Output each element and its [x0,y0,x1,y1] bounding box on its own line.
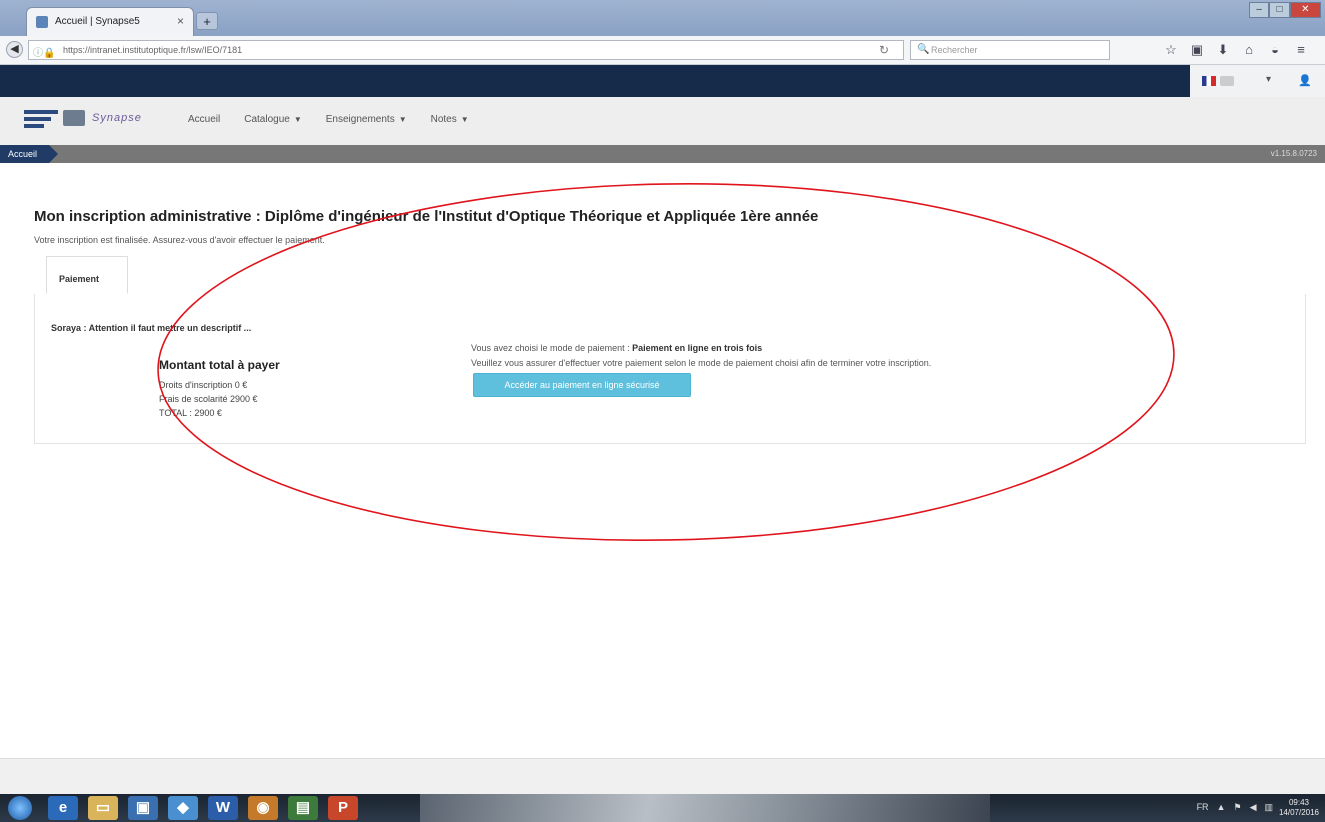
favicon-icon [36,16,48,28]
window-controls: – □ ✕ [1249,2,1321,18]
tray-language[interactable]: FR [1197,802,1209,813]
pocket-icon[interactable]: ◒ [1268,42,1282,58]
download-icon[interactable]: ⬇ [1216,42,1230,58]
search-input[interactable]: 🔍 Rechercher [910,40,1110,60]
reading-list-icon[interactable]: ▣ [1190,42,1204,58]
taskbar-apps: e ▭ ▣ ◆ W ◉ ▤ P [48,796,358,820]
reload-icon[interactable]: ↻ [879,43,889,57]
user-icon[interactable]: 👤 [1298,74,1312,87]
file-explorer-icon[interactable]: ▭ [88,796,118,820]
payment-mode-value: Paiement en ligne en trois fois [632,343,763,353]
menu-item-notes[interactable]: Notes ▼ [431,114,469,125]
payment-instructions: Veuillez vous assurer d'effectuer votre … [471,358,932,368]
chevron-down-icon[interactable]: ▾ [1266,74,1271,85]
volume-icon[interactable]: ◀ [1250,802,1257,813]
maximize-button[interactable]: □ [1269,2,1290,18]
breadcrumb[interactable]: Accueil [0,145,59,163]
home-icon[interactable]: ⌂ [1242,42,1256,58]
english-flag-icon[interactable] [1220,76,1234,86]
powerpoint-icon[interactable]: P [328,796,358,820]
breadcrumb-bar [0,145,1325,163]
site-footer [0,758,1325,795]
page-subtitle: Votre inscription est finalisée. Assurez… [34,235,325,245]
system-clock[interactable]: 09:43 14/07/2016 [1279,798,1319,818]
url-text: https://intranet.institutoptique.fr/lsw/… [63,45,243,55]
page-title: Mon inscription administrative : Diplôme… [34,208,819,225]
os-taskbar: e ▭ ▣ ◆ W ◉ ▤ P FR ▲ ⚑ ◀ ▥ 09:43 14/07/2… [0,794,1325,822]
book-logo-icon [63,110,85,126]
system-tray: FR ▲ ⚑ ◀ ▥ [1197,802,1273,813]
payment-mode-text: Vous avez choisi le mode de paiement : P… [471,343,763,353]
taskbar-wallpaper [420,794,990,822]
site-topbar [0,65,1325,97]
menu-icon[interactable]: ≡ [1294,42,1308,58]
browser-toolbar-icons: ☆ ▣ ⬇ ⌂ ◒ ≡ [1164,42,1308,58]
clock-time: 09:43 [1288,798,1309,807]
internet-explorer-icon[interactable]: e [48,796,78,820]
folder-icon[interactable]: ▤ [288,796,318,820]
lock-icon: ⓘ🔒 [33,48,56,59]
browser-titlebar: Accueil | Synapse5 × + – □ ✕ [0,0,1325,36]
language-flags [1202,76,1234,86]
network-status-icon[interactable]: ▥ [1264,802,1273,813]
network-icon[interactable]: ◆ [168,796,198,820]
outlook-icon[interactable]: ▣ [128,796,158,820]
payment-panel: Soraya : Attention il faut mettre un des… [34,294,1306,444]
main-menu: Accueil Catalogue ▼ Enseignements ▼ Notes ▼ [188,114,469,125]
tab-title: Accueil | Synapse5 [55,16,140,27]
start-button[interactable] [8,796,32,820]
secure-payment-button[interactable]: Accéder au paiement en ligne sécurisé [473,373,691,397]
site-nav: Synapse Accueil Catalogue ▼ Enseignements… [0,97,1325,146]
institut-optique-logo[interactable] [24,110,58,128]
tab-paiement[interactable]: Paiement [46,256,128,294]
synapse-logo[interactable]: Synapse [92,112,142,124]
total-title: Montant total à payer [159,358,280,372]
new-tab-button[interactable]: + [196,12,218,30]
clock-date: 14/07/2016 [1278,808,1319,817]
minimize-button[interactable]: – [1249,2,1270,18]
chevron-down-icon: ▼ [398,115,407,124]
version-label: v1.15.8.0723 [1270,149,1317,158]
french-flag-icon[interactable] [1202,76,1216,86]
menu-item-accueil[interactable]: Accueil [188,114,220,125]
menu-item-catalogue[interactable]: Catalogue ▼ [244,114,302,125]
browser-tab[interactable]: Accueil | Synapse5 × [26,7,194,36]
tray-expand-icon[interactable]: ▲ [1217,802,1226,813]
search-icon: 🔍 [917,44,930,55]
fee-tuition: Frais de scolarité 2900 € [159,394,258,404]
search-placeholder: Rechercher [931,45,978,55]
close-tab-icon[interactable]: × [177,14,184,28]
chevron-down-icon: ▼ [460,115,469,124]
firefox-icon[interactable]: ◉ [248,796,278,820]
address-bar[interactable]: ⓘ🔒 https://intranet.institutoptique.fr/l… [28,40,904,60]
language-selector[interactable]: ▾ 👤 [1190,65,1325,97]
flag-notification-icon[interactable]: ⚑ [1233,802,1241,813]
back-button[interactable]: ◀ [6,41,23,58]
chevron-down-icon: ▼ [293,115,302,124]
menu-item-enseignements[interactable]: Enseignements ▼ [326,114,407,125]
admin-note: Soraya : Attention il faut mettre un des… [51,323,252,333]
tab-bar: Paiement [34,256,1306,295]
fee-registration: Droits d'inscription 0 € [159,380,248,390]
fee-total: TOTAL : 2900 € [159,408,222,418]
bookmark-star-icon[interactable]: ☆ [1164,42,1178,58]
browser-navbar: ◀ ⓘ🔒 https://intranet.institutoptique.fr… [0,36,1325,65]
word-icon[interactable]: W [208,796,238,820]
close-window-button[interactable]: ✕ [1289,2,1321,18]
